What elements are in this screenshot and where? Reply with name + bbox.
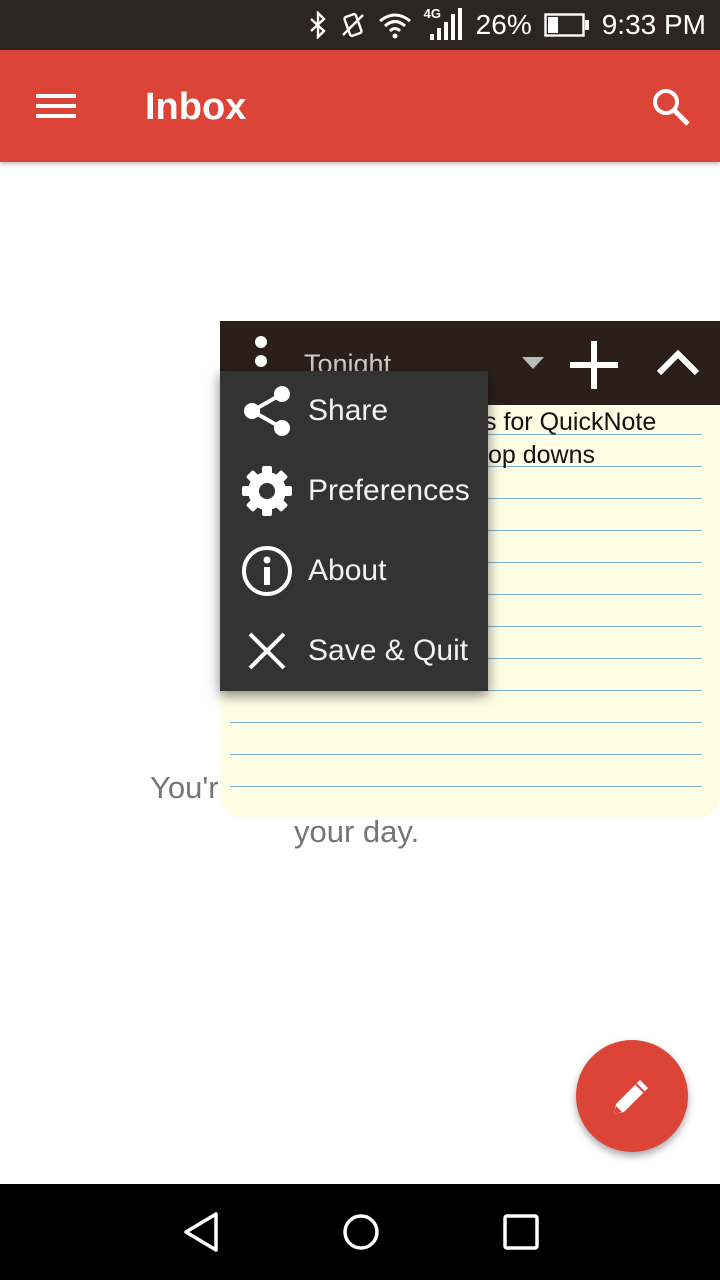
menu-item-share[interactable]: Share [220, 371, 488, 451]
battery-icon [544, 13, 590, 37]
note-text-line: s for QuickNote [484, 408, 657, 436]
collapse-icon[interactable] [656, 349, 700, 377]
add-icon[interactable] [568, 339, 620, 391]
clock: 9:33 PM [601, 9, 706, 40]
recents-icon[interactable] [499, 1210, 543, 1254]
menu-item-label: Preferences [308, 474, 470, 507]
vibrate-off-icon [341, 12, 364, 38]
status-bar: 4G 26% 9:33 PM [0, 0, 720, 50]
home-icon[interactable] [339, 1210, 383, 1254]
note-text-line: op downs [488, 441, 596, 469]
dropdown-arrow-icon[interactable] [522, 357, 544, 371]
compose-button[interactable] [576, 1040, 688, 1152]
menu-item-save-quit[interactable]: Save & Quit [220, 611, 488, 691]
app-bar: Inbox [0, 50, 720, 162]
share-icon [244, 386, 290, 436]
system-nav-bar [0, 1184, 720, 1280]
empty-state-line-2: your day. [294, 814, 420, 849]
close-icon [248, 632, 286, 670]
menu-item-about[interactable]: About [220, 531, 488, 611]
search-icon[interactable] [650, 86, 692, 128]
menu-item-preferences[interactable]: Preferences [220, 451, 488, 531]
overflow-popup-menu: Share Preferences About Save & Quit [220, 371, 488, 691]
menu-item-label: Share [308, 394, 389, 427]
hamburger-menu-icon[interactable] [34, 86, 78, 126]
pencil-icon [614, 1080, 648, 1114]
back-icon[interactable] [180, 1210, 224, 1254]
bluetooth-icon [309, 11, 326, 39]
cell-signal-icon: 4G [424, 6, 464, 42]
wifi-icon [378, 13, 411, 39]
empty-state-line-1: You'r [150, 770, 219, 805]
page-title: Inbox [145, 86, 247, 128]
menu-item-label: Save & Quit [308, 634, 469, 667]
menu-item-label: About [308, 554, 387, 587]
gear-icon [242, 466, 292, 516]
battery-percent: 26% [475, 9, 532, 40]
info-icon [242, 546, 292, 596]
